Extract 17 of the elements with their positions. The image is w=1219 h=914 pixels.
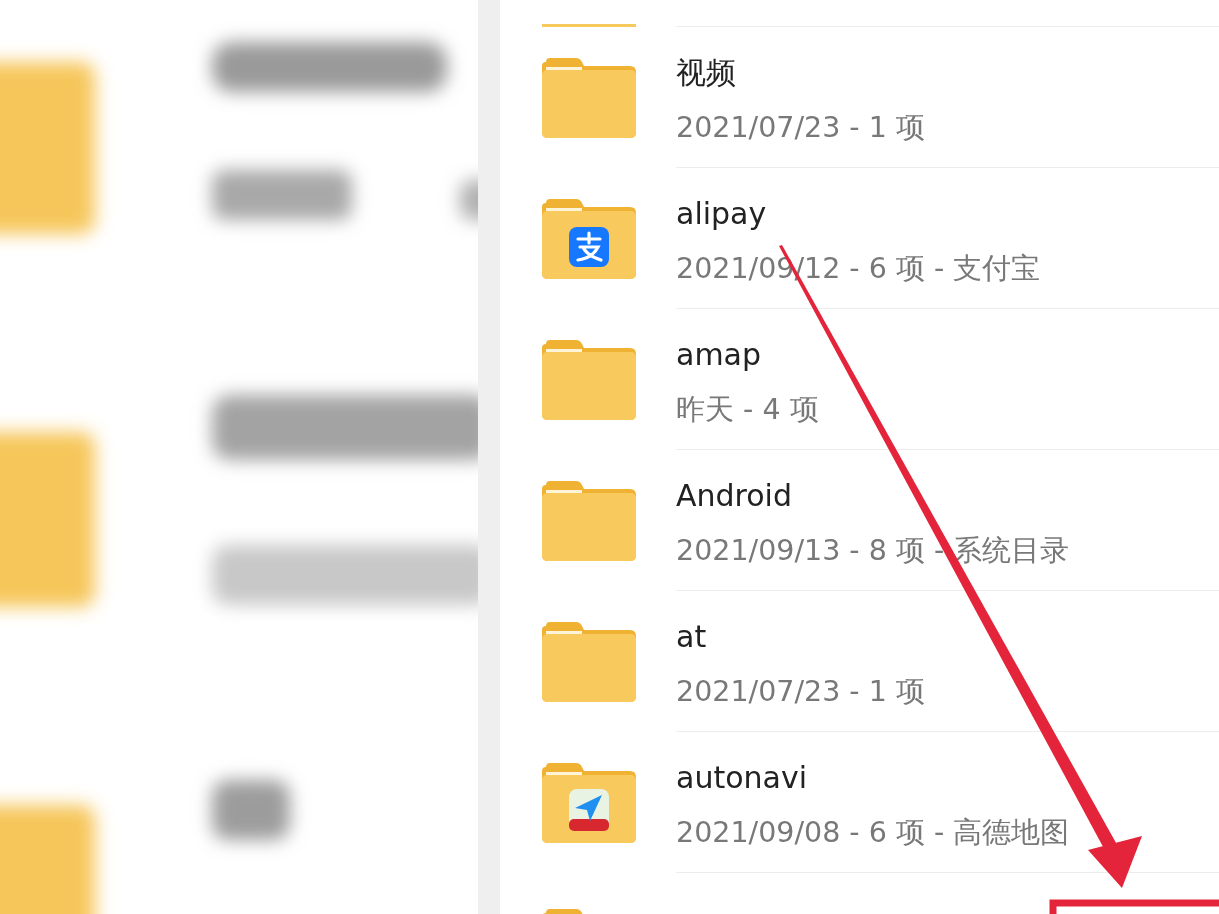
folder-details: 2021/07/23 - 1 项 bbox=[676, 673, 926, 710]
folder-name: autonavi bbox=[676, 758, 808, 797]
folder-details: 2021/09/08 - 6 项 - 高德地图 bbox=[676, 814, 1071, 851]
folder-icon bbox=[542, 57, 636, 138]
folder-icon bbox=[542, 480, 636, 561]
app-badge-icon bbox=[569, 788, 609, 831]
folder-name: at bbox=[676, 617, 708, 656]
folder-icon bbox=[542, 621, 636, 702]
folder-details: 昨天 - 4 项 bbox=[676, 391, 820, 428]
folder-details: 2021/09/13 - 8 项 - 系统目录 bbox=[676, 532, 1071, 569]
folder-name: Android bbox=[676, 476, 793, 515]
folder-icon bbox=[542, 339, 636, 420]
folder-details: 2021/07/23 - 1 项 bbox=[676, 109, 926, 146]
folder-name: 视频 bbox=[676, 53, 737, 92]
folder-name: alipay bbox=[676, 194, 768, 233]
folder-name: amap bbox=[676, 335, 763, 374]
app-badge-icon bbox=[569, 226, 609, 267]
